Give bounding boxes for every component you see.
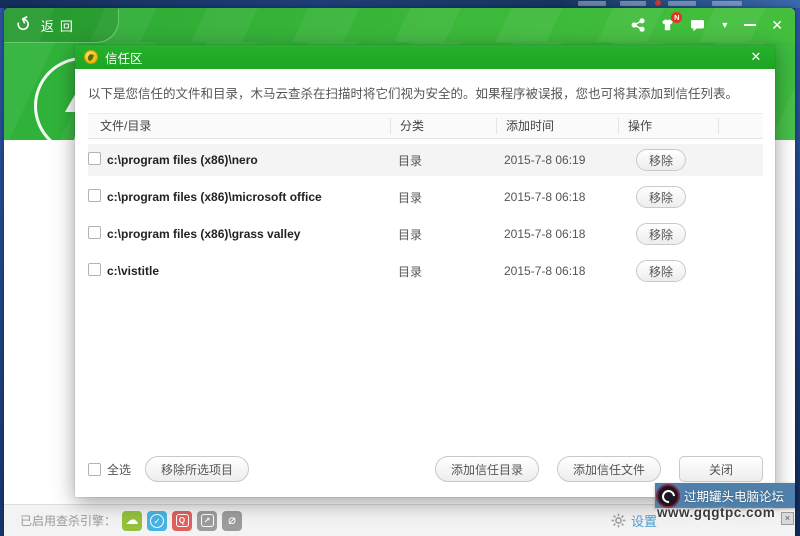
table-row: c:\program files (x86)\grass valley 目录 2… [88,218,763,250]
row-checkbox[interactable] [88,189,101,202]
add-trusted-file-button[interactable]: 添加信任文件 [556,456,661,482]
engines-label: 已启用查杀引擎： [20,514,117,528]
dialog-close-button[interactable]: ✕ [746,49,766,65]
row-added: 2015-7-8 06:19 [504,153,586,167]
row-path: c:\program files (x86)\grass valley [107,227,301,241]
dialog-description: 以下是您信任的文件和目录，木马云查杀在扫描时将它们视为安全的。如果程序被误报，您… [88,87,739,101]
row-path: c:\program files (x86)\microsoft office [107,190,322,204]
row-category: 目录 [398,264,423,279]
add-trusted-directory-button[interactable]: 添加信任目录 [434,456,539,482]
back-arrow-icon: ↺ [11,11,36,38]
remove-button[interactable]: 移除 [636,186,686,208]
qvm-engine-icon: ✓ [147,510,168,531]
table-header: 文件/目录 分类 添加时间 操作 [88,113,763,139]
remove-button[interactable]: 移除 [636,260,686,282]
row-path: c:\program files (x86)\nero [107,153,258,167]
settings-label: 设置 [630,514,657,529]
dialog-title: 信任区 [105,51,143,66]
watermark-url: www.gqgtpc.com [657,505,776,520]
feedback-icon[interactable] [690,18,705,32]
settings-button[interactable]: 设置 [611,511,657,530]
trust-zone-dialog: 信任区 ✕ 以下是您信任的文件和目录，木马云查杀在扫描时将它们视为安全的。如果程… [75,45,775,497]
row-added: 2015-7-8 06:18 [504,264,586,278]
avira-engine-icon: ⌀ [222,510,243,531]
select-all-label: 全选 [107,462,132,477]
table-row: c:\program files (x86)\microsoft office … [88,181,763,213]
column-file-directory: 文件/目录 [100,119,152,133]
engine-icons: ☁ ✓ Q ↗ ⌀ [122,510,243,531]
notification-badge: N [671,12,683,23]
row-category: 目录 [398,153,423,168]
table-row: c:\program files (x86)\nero 目录 2015-7-8 … [88,144,763,176]
screen: ↺ 返回 N ▼ ✕ 已启用查杀引擎： ☁ ✓ Q ↗ ⌀ 设置 信任区 ✕ 以… [0,0,800,536]
dialog-titlebar: 信任区 ✕ [75,45,775,69]
main-menu-icon[interactable]: ▼ [720,20,729,30]
back-button[interactable]: ↺ 返回 [4,8,118,42]
remove-selected-button[interactable]: 移除所选项目 [145,456,250,482]
repair-engine-icon: ↗ [197,510,218,531]
row-path: c:\vistitle [107,264,160,278]
dialog-footer: 全选 移除所选项目 添加信任目录 添加信任文件 关闭 [88,455,763,483]
cloud-engine-icon: ☁ [122,510,143,531]
main-titlebar: ↺ 返回 N ▼ ✕ [4,8,795,42]
trust-zone-icon [84,50,98,64]
close-dialog-button[interactable]: 关闭 [679,456,763,482]
row-added: 2015-7-8 06:18 [504,190,586,204]
row-checkbox[interactable] [88,263,101,276]
back-label: 返回 [40,18,79,34]
watermark-logo-icon [656,483,680,508]
remove-button[interactable]: 移除 [636,149,686,171]
row-category: 目录 [398,190,423,205]
row-added: 2015-7-8 06:18 [504,227,586,241]
titlebar-icons: N ▼ ✕ [631,8,783,42]
table-body: c:\program files (x86)\nero 目录 2015-7-8 … [75,144,775,287]
table-row: c:\vistitle 目录 2015-7-8 06:18 移除 [88,255,763,287]
column-action: 操作 [618,118,718,134]
gear-icon [611,513,626,528]
remove-button[interactable]: 移除 [636,223,686,245]
select-all[interactable]: 全选 [88,461,131,478]
skin-icon[interactable]: N [660,12,683,32]
row-category: 目录 [398,227,423,242]
select-all-checkbox[interactable] [88,462,101,476]
background-window-close-artifact: × [781,512,794,525]
watermark-forum-name: 过期罐头电脑论坛 [684,490,785,504]
main-close-button[interactable]: ✕ [771,17,783,34]
qex-engine-icon: Q [172,510,193,531]
desktop-right-edge [795,8,800,536]
minimize-button[interactable] [744,24,757,26]
column-category: 分类 [390,118,496,134]
row-checkbox[interactable] [88,152,101,165]
share-icon[interactable] [631,18,645,32]
column-added-time: 添加时间 [496,118,618,134]
desktop-background-strip [0,0,800,8]
row-checkbox[interactable] [88,226,101,239]
